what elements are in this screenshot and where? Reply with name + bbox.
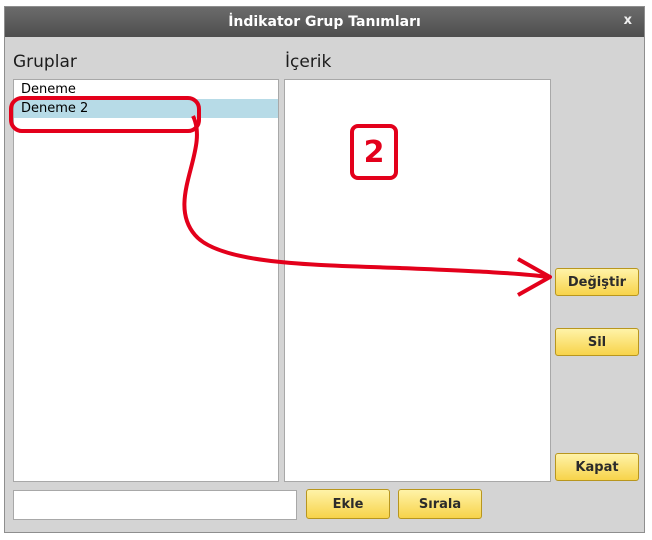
delete-button[interactable]: Sil [555,328,639,356]
group-definitions-dialog: İndikator Grup Tanımları x Gruplar İçeri… [4,6,645,533]
sort-button[interactable]: Sırala [398,489,482,519]
content-list[interactable] [284,79,551,482]
list-item[interactable]: Deneme [14,80,278,99]
title-bar: İndikator Grup Tanımları x [5,7,644,37]
list-item-selected[interactable]: Deneme 2 [14,99,278,118]
groups-label: Gruplar [13,52,77,72]
groups-list[interactable]: Deneme Deneme 2 [13,79,279,482]
close-icon[interactable]: x [624,13,632,28]
close-button[interactable]: Kapat [555,453,639,481]
add-button[interactable]: Ekle [306,489,390,519]
content-label: İçerik [285,52,332,72]
change-button[interactable]: Değiştir [555,268,639,296]
step-badge: 2 [350,124,398,180]
group-name-input[interactable] [13,490,297,520]
window-title: İndikator Grup Tanımları [228,14,421,30]
